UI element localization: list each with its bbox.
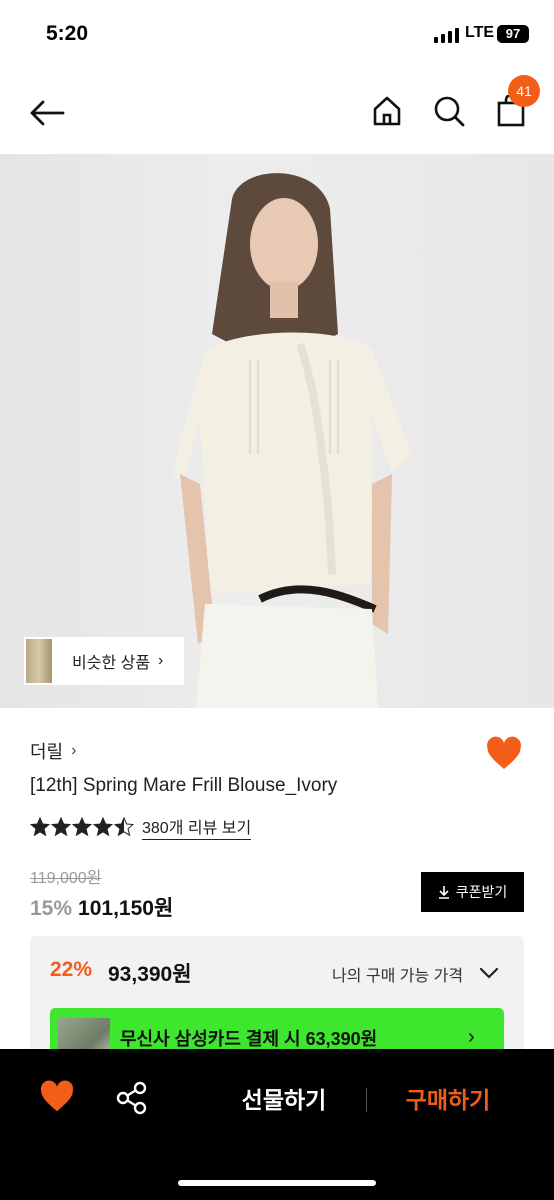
network-label: LTE: [465, 24, 495, 41]
similar-thumbnail: [24, 637, 54, 685]
signal-icon: [434, 28, 459, 43]
coupon-label: 쿠폰받기: [455, 884, 508, 900]
back-button[interactable]: [26, 92, 68, 134]
heart-icon: [40, 1080, 74, 1112]
bottom-like-button[interactable]: [38, 1078, 76, 1116]
download-icon: [438, 886, 449, 899]
like-button[interactable]: [484, 734, 524, 774]
model-photo: [172, 173, 412, 708]
chevron-right-icon: ›: [158, 652, 164, 669]
star-icon: [51, 817, 71, 837]
arrow-left-icon: [30, 100, 65, 126]
card-promo-text: 무신사 삼성카드 결제 시 63,390원: [120, 1029, 378, 1049]
chevron-right-icon: ›: [468, 1026, 475, 1048]
brand-name: 더릴: [30, 742, 64, 762]
star-icon: [114, 817, 134, 837]
home-icon: [373, 96, 401, 126]
home-indicator: [178, 1180, 376, 1186]
product-title: [12th] Spring Mare Frill Blouse_Ivory: [30, 775, 338, 796]
top-nav: [0, 70, 554, 154]
product-image[interactable]: [0, 154, 554, 708]
price-row: 15% 101,150원: [30, 892, 173, 922]
best-discount-rate: 22%: [50, 958, 93, 981]
best-price: 93,390원: [108, 963, 192, 986]
buy-button[interactable]: 구매하기: [392, 1082, 504, 1118]
search-icon: [434, 96, 465, 127]
star-icon: [72, 817, 92, 837]
heart-icon: [487, 736, 521, 769]
original-price: 119,000원: [30, 870, 102, 887]
chevron-down-icon[interactable]: [478, 962, 500, 984]
best-price-label: 나의 구매 가능 가격: [332, 968, 464, 985]
star-icon: [93, 817, 113, 837]
search-button[interactable]: [428, 90, 470, 132]
home-button[interactable]: [366, 90, 408, 132]
review-link[interactable]: 380개 리뷰 보기: [142, 814, 252, 840]
coupon-button[interactable]: 쿠폰받기: [421, 872, 524, 912]
status-time: 5:20: [46, 22, 89, 45]
star-icon: [30, 817, 50, 837]
share-icon: [116, 1081, 147, 1115]
cart-count-badge: 41: [508, 75, 540, 107]
divider: [366, 1088, 367, 1112]
similar-products-button[interactable]: 비슷한 상품 ›: [24, 637, 184, 685]
discount-rate: 15%: [30, 897, 73, 920]
sale-price: 101,150원: [78, 897, 174, 920]
status-bar: 5:20 LTE 97: [0, 0, 554, 70]
rating-stars: [30, 817, 134, 837]
brand-link[interactable]: 더릴 ›: [30, 738, 76, 764]
chevron-right-icon: ›: [71, 742, 77, 759]
rating-row: 380개 리뷰 보기: [30, 814, 252, 840]
share-button[interactable]: [114, 1080, 150, 1116]
bottom-action-bar: [0, 1049, 554, 1200]
battery-icon: 97: [497, 25, 529, 43]
similar-products-label: 비슷한 상품: [72, 655, 151, 672]
gift-button[interactable]: 선물하기: [226, 1082, 342, 1118]
